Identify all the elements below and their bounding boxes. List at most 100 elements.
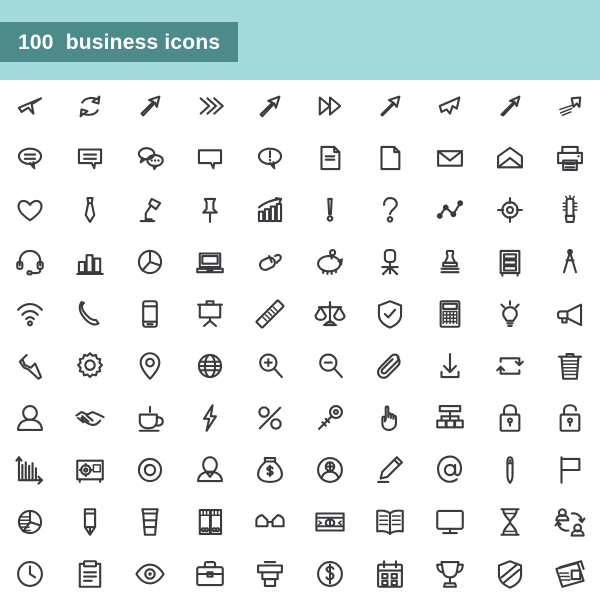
- arrow-up-right-thin-icon[interactable]: [480, 80, 540, 132]
- megaphone-icon[interactable]: [540, 288, 600, 340]
- headset-icon[interactable]: [0, 236, 60, 288]
- hourglass-icon[interactable]: [480, 496, 540, 548]
- bar-graph-axes-icon[interactable]: [0, 444, 60, 496]
- newspaper-icon[interactable]: [540, 548, 600, 600]
- ruler-icon[interactable]: [240, 288, 300, 340]
- double-chevron-right-icon[interactable]: [180, 80, 240, 132]
- document-blank-icon[interactable]: [360, 132, 420, 184]
- user-icon[interactable]: [0, 392, 60, 444]
- laptop-icon[interactable]: [180, 236, 240, 288]
- necktie-icon[interactable]: [60, 184, 120, 236]
- avatar-icon[interactable]: [180, 444, 240, 496]
- telephone-handset-icon[interactable]: [60, 288, 120, 340]
- binders-icon[interactable]: [180, 496, 240, 548]
- lightning-bolt-icon[interactable]: [180, 392, 240, 444]
- smartphone-icon[interactable]: [120, 288, 180, 340]
- clock-icon[interactable]: [0, 548, 60, 600]
- calculator-icon[interactable]: [420, 288, 480, 340]
- shield-check-icon[interactable]: [360, 288, 420, 340]
- zoom-out-icon[interactable]: [300, 340, 360, 392]
- pencil-edit-icon[interactable]: [360, 444, 420, 496]
- cursor-pointer-icon[interactable]: [420, 80, 480, 132]
- office-chair-icon[interactable]: [360, 236, 420, 288]
- striped-pie-chart-icon[interactable]: [0, 496, 60, 548]
- question-mark-icon[interactable]: [360, 184, 420, 236]
- globe-icon[interactable]: [180, 340, 240, 392]
- map-pin-icon[interactable]: [120, 340, 180, 392]
- pen-icon[interactable]: [480, 444, 540, 496]
- piggy-bank-icon[interactable]: [300, 236, 360, 288]
- lock-closed-icon[interactable]: [480, 392, 540, 444]
- exclamation-mark-icon[interactable]: [300, 184, 360, 236]
- flag-icon[interactable]: [540, 444, 600, 496]
- motion-arrow-icon[interactable]: [540, 80, 600, 132]
- compass-divider-icon[interactable]: [540, 236, 600, 288]
- heart-icon[interactable]: [0, 184, 60, 236]
- at-sign-icon[interactable]: [420, 444, 480, 496]
- speech-bubble-empty-icon[interactable]: [180, 132, 240, 184]
- dollar-coin-icon[interactable]: [300, 548, 360, 600]
- donut-chart-icon[interactable]: [120, 444, 180, 496]
- fast-forward-icon[interactable]: [300, 80, 360, 132]
- pointing-hand-icon[interactable]: [360, 392, 420, 444]
- speech-bubble-lines-icon[interactable]: [0, 132, 60, 184]
- trash-bin-icon[interactable]: [540, 340, 600, 392]
- clipboard-icon[interactable]: [60, 548, 120, 600]
- card-slot-icon[interactable]: [240, 548, 300, 600]
- pie-chart-icon[interactable]: [120, 236, 180, 288]
- refresh-sync-icon[interactable]: [60, 80, 120, 132]
- trophy-icon[interactable]: [420, 548, 480, 600]
- eye-icon[interactable]: [120, 548, 180, 600]
- cactus-icon[interactable]: [540, 184, 600, 236]
- envelope-open-icon[interactable]: [480, 132, 540, 184]
- user-exchange-icon[interactable]: [540, 496, 600, 548]
- money-bag-icon[interactable]: [240, 444, 300, 496]
- stamp-icon[interactable]: [420, 236, 480, 288]
- arrow-up-right-icon[interactable]: [120, 80, 180, 132]
- presentation-board-icon[interactable]: [180, 288, 240, 340]
- printer-icon[interactable]: [540, 132, 600, 184]
- computer-mouse-icon[interactable]: [240, 236, 300, 288]
- alert-bubble-icon[interactable]: [240, 132, 300, 184]
- wifi-icon[interactable]: [0, 288, 60, 340]
- scales-justice-icon[interactable]: [300, 288, 360, 340]
- safe-vault-icon[interactable]: [60, 444, 120, 496]
- lightbulb-icon[interactable]: [480, 288, 540, 340]
- paperclip-icon[interactable]: [360, 340, 420, 392]
- add-user-icon[interactable]: [300, 444, 360, 496]
- arrow-up-right-outline-icon[interactable]: [240, 80, 300, 132]
- zoom-in-icon[interactable]: [240, 340, 300, 392]
- percent-icon[interactable]: [240, 392, 300, 444]
- document-text-icon[interactable]: [300, 132, 360, 184]
- pushpin-icon[interactable]: [180, 184, 240, 236]
- gear-icon[interactable]: [60, 340, 120, 392]
- pencil-icon[interactable]: [60, 496, 120, 548]
- org-chart-icon[interactable]: [420, 392, 480, 444]
- growth-chart-icon[interactable]: [240, 184, 300, 236]
- cursor-arrow-icon[interactable]: [0, 80, 60, 132]
- monitor-icon[interactable]: [420, 496, 480, 548]
- calendar-icon[interactable]: [360, 548, 420, 600]
- coffee-cup-icon[interactable]: [120, 392, 180, 444]
- target-crosshair-icon[interactable]: [480, 184, 540, 236]
- open-book-icon[interactable]: [360, 496, 420, 548]
- briefcase-icon[interactable]: [180, 548, 240, 600]
- chat-bubbles-dots-icon[interactable]: [120, 132, 180, 184]
- chat-box-lines-icon[interactable]: [60, 132, 120, 184]
- banknote-icon[interactable]: [300, 496, 360, 548]
- key-icon[interactable]: [300, 392, 360, 444]
- download-icon[interactable]: [420, 340, 480, 392]
- filing-cabinet-icon[interactable]: [480, 236, 540, 288]
- wrench-icon[interactable]: [0, 340, 60, 392]
- envelope-closed-icon[interactable]: [420, 132, 480, 184]
- bar-chart-icon[interactable]: [60, 236, 120, 288]
- arrow-up-right-bold-icon[interactable]: [360, 80, 420, 132]
- handshake-icon[interactable]: [60, 392, 120, 444]
- coffee-togo-icon[interactable]: [120, 496, 180, 548]
- line-graph-icon[interactable]: [420, 184, 480, 236]
- shield-stripes-icon[interactable]: [480, 548, 540, 600]
- loop-repeat-icon[interactable]: [480, 340, 540, 392]
- lock-open-icon[interactable]: [540, 392, 600, 444]
- desk-lamp-icon[interactable]: [120, 184, 180, 236]
- eyeglasses-icon[interactable]: [240, 496, 300, 548]
